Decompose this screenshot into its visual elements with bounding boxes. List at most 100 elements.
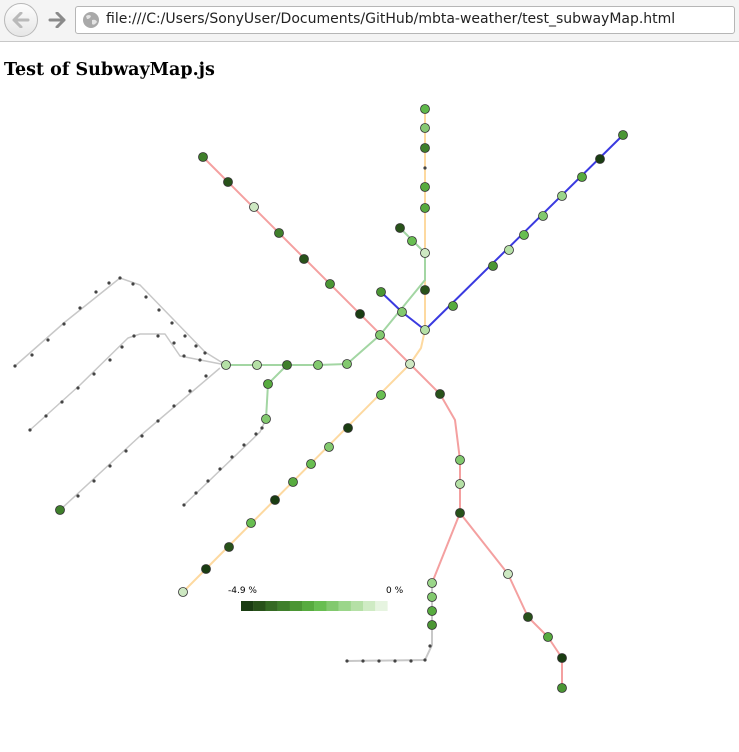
station-marker: [376, 390, 386, 400]
station-dot: [124, 449, 128, 453]
station-marker: [376, 287, 386, 297]
legend-swatch: [350, 601, 364, 611]
legend-swatch: [241, 601, 254, 611]
station-marker: [595, 154, 605, 164]
station-dot: [423, 658, 427, 662]
station-dot: [230, 455, 234, 459]
station-marker: [557, 683, 567, 693]
station-marker: [448, 301, 458, 311]
station-marker: [261, 414, 271, 424]
station-marker: [325, 279, 335, 289]
station-marker: [324, 442, 334, 452]
station-marker: [427, 620, 437, 630]
station-dot: [76, 494, 80, 498]
station-marker: [427, 606, 437, 616]
station-marker: [455, 455, 465, 465]
station-marker: [519, 230, 529, 240]
station-dot: [13, 364, 17, 368]
station-marker: [198, 152, 208, 162]
station-dot: [107, 281, 111, 285]
station-dot: [409, 659, 413, 663]
station-marker: [405, 359, 415, 369]
station-dot: [218, 467, 222, 471]
station-marker: [201, 564, 211, 574]
station-marker: [538, 211, 548, 221]
station-marker: [178, 587, 188, 597]
station-dot: [76, 386, 80, 390]
station-dot: [194, 344, 198, 348]
commuter-line-b: [29, 333, 227, 431]
blue-line: [380, 134, 624, 331]
station-marker: [523, 612, 533, 622]
legend-swatch: [375, 601, 388, 611]
station-marker: [223, 177, 233, 187]
station-dot: [156, 334, 160, 338]
station-dot: [132, 334, 136, 338]
color-legend: -4.9 % 0 %: [228, 586, 404, 611]
station-dot: [131, 282, 135, 286]
station-marker: [55, 505, 65, 515]
station-dot: [172, 404, 176, 408]
station-dot: [198, 358, 202, 362]
station-marker: [503, 569, 513, 579]
station-dot: [92, 479, 96, 483]
station-marker: [543, 632, 553, 642]
station-dot: [206, 479, 210, 483]
station-marker: [557, 653, 567, 663]
station-marker: [270, 495, 280, 505]
legend-swatch: [289, 601, 303, 611]
green-line-branch: [265, 364, 288, 420]
station-marker: [221, 360, 231, 370]
station-marker: [420, 123, 430, 133]
legend-max-label: 0 %: [386, 586, 404, 596]
station-marker: [375, 330, 385, 340]
legend-swatch: [363, 601, 376, 611]
red-line-branch: [459, 512, 563, 688]
legend-swatch: [277, 601, 290, 611]
station-marker: [282, 360, 292, 370]
legend-swatch: [314, 601, 327, 611]
station-dot: [60, 400, 64, 404]
station-marker: [618, 130, 628, 140]
station-dot: [254, 432, 258, 436]
station-dot: [260, 426, 264, 430]
green-line-north: [226, 227, 426, 366]
station-dot: [428, 644, 432, 648]
station-marker: [504, 245, 514, 255]
station-dot: [120, 345, 124, 349]
station-marker: [274, 228, 284, 238]
station-marker: [455, 508, 465, 518]
station-marker: [306, 459, 316, 469]
station-marker: [342, 359, 352, 369]
station-dot: [156, 419, 160, 423]
station-dot: [92, 372, 96, 376]
station-marker: [224, 542, 234, 552]
station-marker: [420, 325, 430, 335]
station-marker: [420, 203, 430, 213]
station-dot: [118, 276, 122, 280]
station-dot: [94, 290, 98, 294]
station-dot: [204, 374, 208, 378]
station-marker: [557, 191, 567, 201]
legend-swatch: [265, 601, 278, 611]
station-dot: [172, 341, 176, 345]
station-dot: [423, 166, 427, 170]
station-marker: [435, 389, 445, 399]
station-marker: [420, 248, 430, 258]
station-marker: [427, 592, 437, 602]
station-dot: [203, 351, 207, 355]
station-dot: [140, 434, 144, 438]
station-marker: [288, 477, 298, 487]
station-dot: [46, 338, 50, 342]
station-marker: [427, 578, 437, 588]
station-marker: [395, 223, 405, 233]
station-dot: [108, 358, 112, 362]
legend-swatch: [338, 601, 351, 611]
station-marker: [313, 360, 323, 370]
station-dot: [361, 659, 365, 663]
station-dot: [157, 308, 161, 312]
legend-swatch: [302, 601, 315, 611]
station-marker: [488, 261, 498, 271]
station-marker: [420, 104, 430, 114]
station-dot: [242, 443, 246, 447]
